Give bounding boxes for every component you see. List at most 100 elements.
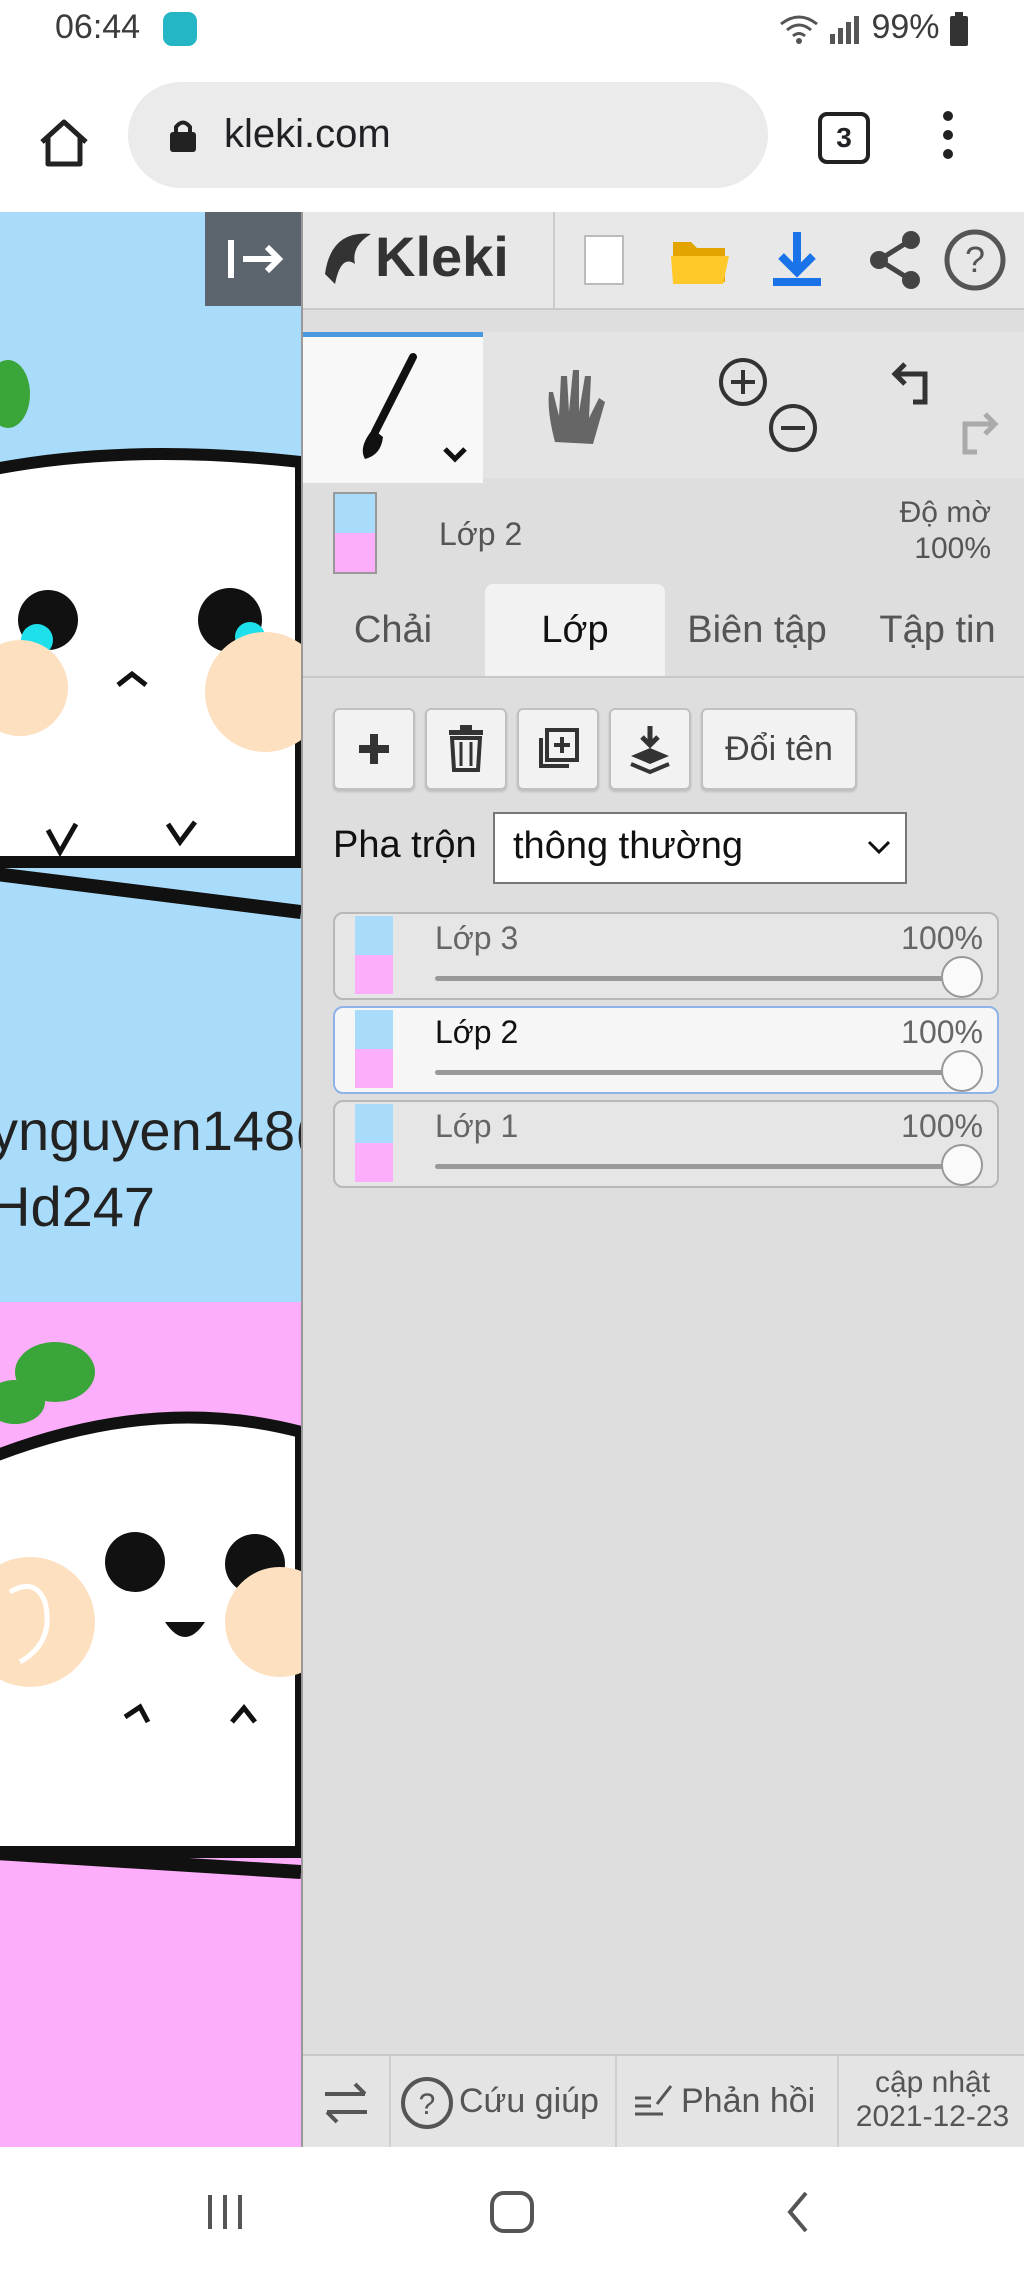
opacity-label: Độ mờ: [899, 496, 991, 529]
layer-name: Lớp 1: [435, 1108, 519, 1144]
update-label: cập nhật: [874, 2066, 991, 2099]
kleki-logo-icon: [325, 233, 371, 284]
layer-thumbnail: [355, 916, 393, 994]
history-buttons: [849, 332, 1024, 478]
opacity-slider-handle[interactable]: [941, 1050, 983, 1092]
tab-brush[interactable]: Chải: [303, 584, 483, 676]
current-layer-info: Lớp 2 Độ mờ 100%: [333, 488, 1023, 578]
opacity-slider-handle[interactable]: [941, 956, 983, 998]
collapse-panel-button[interactable]: [205, 212, 301, 306]
layer-opacity: 100%: [901, 1014, 983, 1050]
app-toolbar: Kleki ?: [303, 212, 1024, 310]
duplicate-icon: [539, 728, 579, 768]
wifi-icon: [779, 15, 818, 45]
opacity-slider-handle[interactable]: [941, 1144, 983, 1186]
panel-tabs: Chải Lớp Biên tập Tập tin: [303, 584, 1024, 678]
opacity-slider-track[interactable]: [435, 1164, 955, 1169]
brush-tool[interactable]: [303, 332, 483, 483]
brush-icon: [362, 353, 467, 463]
tab-count-button[interactable]: 3: [818, 112, 870, 164]
merge-down-icon: [630, 726, 670, 775]
svg-text:?: ?: [965, 239, 985, 280]
open-file-button[interactable]: [651, 212, 747, 308]
swap-side-button[interactable]: [303, 2056, 391, 2149]
app-logo: Kleki: [321, 224, 509, 289]
download-button[interactable]: [749, 212, 845, 308]
blend-mode-label: Pha trộn: [333, 824, 477, 866]
merge-layer-button[interactable]: [609, 708, 691, 790]
back-icon[interactable]: [778, 2187, 818, 2237]
tool-panel: Kleki ? Lớp 2 Độ mờ 100% Chải Lớp Biên t…: [301, 212, 1024, 2149]
update-date: 2021-12-23: [855, 2100, 1010, 2133]
status-time: 06:44: [55, 8, 141, 46]
new-file-icon: [584, 235, 624, 285]
recent-apps-icon[interactable]: [200, 2187, 250, 2237]
feedback-icon: [635, 2085, 673, 2116]
download-icon: [773, 232, 821, 286]
zoom-out-icon[interactable]: [763, 398, 823, 458]
plus-icon: [359, 734, 389, 764]
update-link[interactable]: cập nhật 2021-12-23: [839, 2056, 1024, 2149]
layer-opacity: 100%: [901, 920, 983, 956]
home-nav-icon[interactable]: [486, 2187, 538, 2237]
system-navigation-bar: [0, 2147, 1024, 2276]
url-bar[interactable]: kleki.com: [128, 82, 768, 188]
hand-tool[interactable]: [485, 332, 665, 478]
blend-mode-value: thông thường: [513, 825, 743, 867]
opacity-slider-track[interactable]: [435, 1070, 955, 1075]
browser-toolbar: kleki.com 3: [0, 60, 1024, 213]
feedback-link[interactable]: Phản hồi: [617, 2056, 839, 2149]
layer-thumbnail: [355, 1104, 393, 1182]
feedback-label: Phản hồi: [681, 2082, 816, 2120]
battery-percent: 99%: [871, 8, 940, 46]
add-layer-button[interactable]: [333, 708, 415, 790]
zoom-buttons: [667, 332, 847, 478]
tool-row: [303, 332, 1024, 483]
trash-icon: [449, 725, 483, 772]
blend-mode-select[interactable]: thông thường: [493, 812, 907, 884]
layer-thumbnail: [355, 1010, 393, 1088]
hand-icon: [548, 370, 605, 444]
current-layer-name: Lớp 2: [439, 516, 523, 552]
redo-icon[interactable]: [945, 402, 1005, 462]
svg-text:?: ?: [419, 2088, 436, 2121]
tab-edit[interactable]: Biên tập: [667, 584, 847, 676]
delete-layer-button[interactable]: [425, 708, 507, 790]
help-button[interactable]: ?: [927, 212, 1023, 308]
opacity-value: 100%: [914, 532, 991, 565]
help-link[interactable]: ? Cứu giúp: [391, 2056, 617, 2149]
collapse-arrow-icon: [228, 240, 284, 278]
current-layer-thumbnail: [333, 492, 377, 574]
folder-icon: [671, 242, 729, 284]
rename-layer-button[interactable]: Đổi tên: [701, 708, 857, 790]
duplicate-layer-button[interactable]: [517, 708, 599, 790]
chevron-down-icon: [867, 840, 891, 855]
lock-icon: [170, 120, 196, 152]
swap-icon: [325, 2082, 367, 2124]
new-image-button[interactable]: [553, 212, 651, 308]
signal-icon: [830, 16, 860, 45]
canvas-text-line2: Hd247: [0, 1175, 156, 1238]
status-bar: 06:44 99%: [0, 0, 1024, 60]
layer-item-1[interactable]: Lớp 1 100%: [333, 1100, 999, 1188]
undo-icon[interactable]: [885, 352, 945, 412]
opacity-slider-track[interactable]: [435, 976, 955, 981]
layer-item-3[interactable]: Lớp 3 100%: [333, 912, 999, 1000]
home-icon[interactable]: [36, 114, 92, 170]
layer-item-2[interactable]: Lớp 2 100%: [333, 1006, 999, 1094]
layer-opacity: 100%: [901, 1108, 983, 1144]
canvas-text-line1: ynguyen148(: [0, 1099, 301, 1162]
help-icon: ?: [944, 229, 1006, 291]
status-right: 99%: [779, 8, 969, 47]
layer-name: Lớp 3: [435, 920, 519, 956]
layer-name: Lớp 2: [435, 1014, 519, 1050]
tab-layers[interactable]: Lớp: [485, 584, 665, 676]
url-text: kleki.com: [224, 112, 391, 156]
app-notification-icon: [163, 12, 197, 46]
tab-file[interactable]: Tập tin: [849, 584, 1024, 676]
panel-footer: ? Cứu giúp Phản hồi cập nhật 2021-12-23: [303, 2054, 1024, 2149]
drawing-canvas[interactable]: ynguyen148( Hd247: [0, 212, 301, 2147]
question-circle-icon: ?: [401, 2077, 453, 2129]
app-name: Kleki: [375, 225, 509, 288]
more-menu-icon[interactable]: [938, 110, 958, 160]
